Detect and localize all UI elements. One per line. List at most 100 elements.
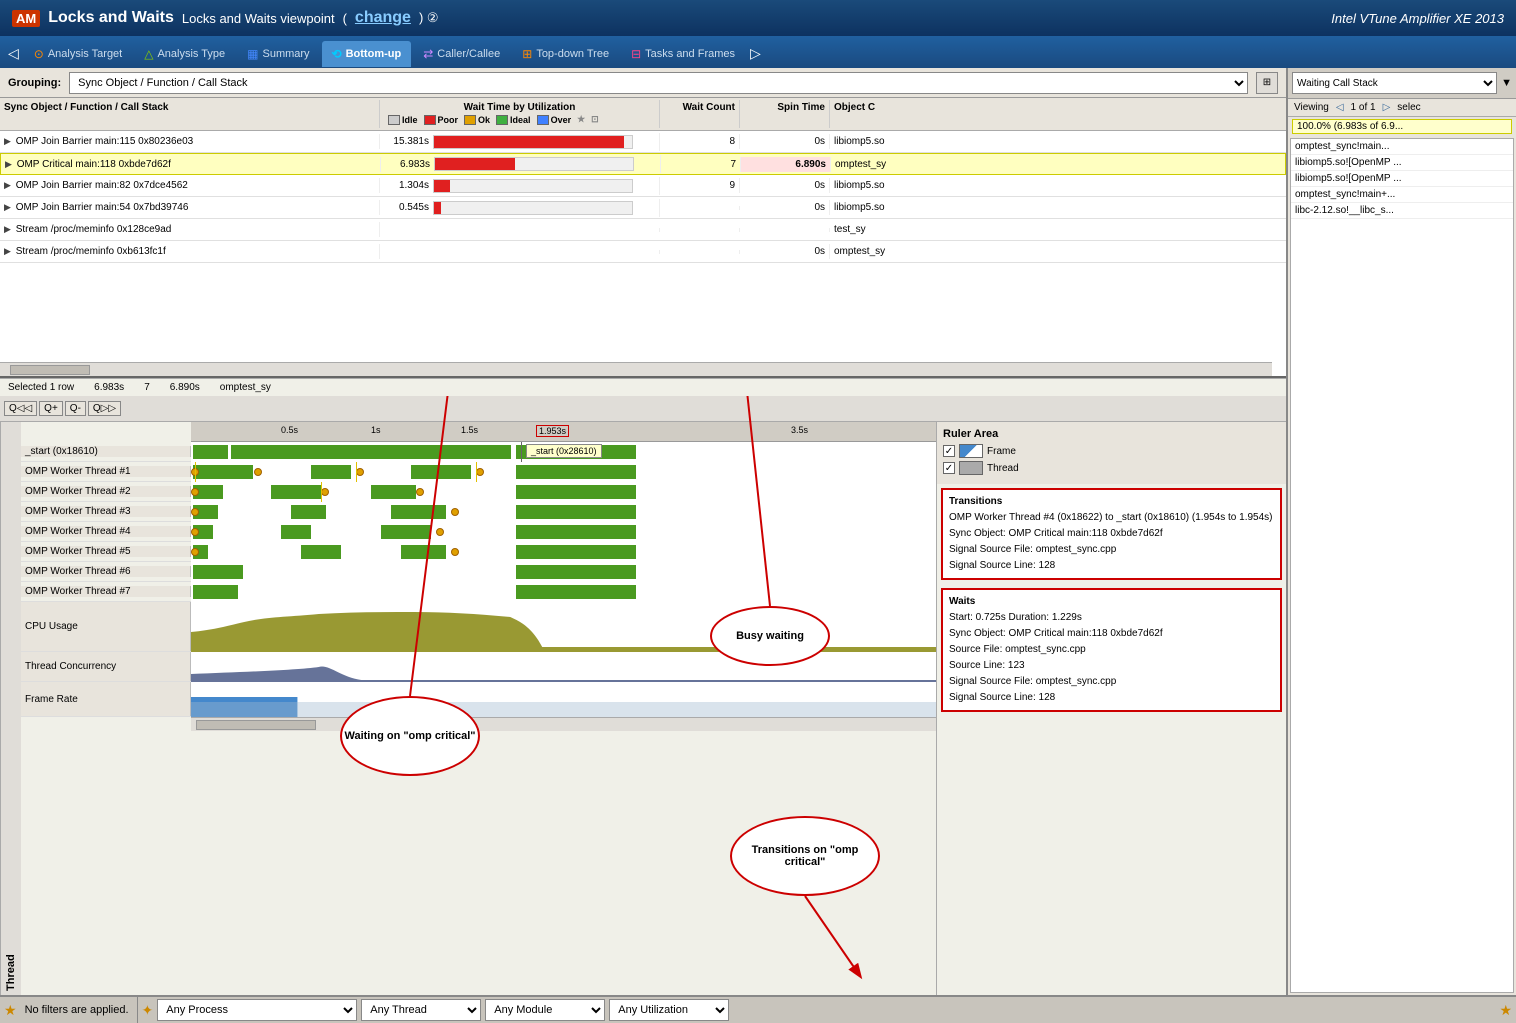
call-stack-item[interactable]: libc-2.12.so!__libc_s...	[1291, 203, 1513, 219]
tab-tasks-frames[interactable]: ⊟ Tasks and Frames	[621, 41, 745, 67]
expand-arrow-1[interactable]: ▶	[4, 136, 11, 146]
zoom-in-far-btn[interactable]: Q▷▷	[88, 401, 121, 416]
row3-bar-fill	[434, 180, 450, 192]
tab-next-btn[interactable]: ▷	[746, 45, 765, 62]
filter-star-icon[interactable]: ✦	[142, 1002, 154, 1019]
call-stack-list: omptest_sync!main... libiomp5.so![OpenMP…	[1290, 138, 1514, 993]
thread-timeline-6[interactable]	[191, 562, 936, 582]
zoom-out-btn[interactable]: Q-	[65, 401, 86, 416]
tab-analysis-type[interactable]: △ Analysis Type	[134, 41, 235, 67]
row1-wait-time: 15.381s	[384, 136, 429, 147]
viewing-prev-btn[interactable]: ◁	[1333, 102, 1347, 113]
grouping-options-btn[interactable]: ⊞	[1256, 72, 1278, 94]
call-stack-item[interactable]: omptest_sync!main+...	[1291, 187, 1513, 203]
thread-timeline-start[interactable]: _start (0x28610)	[191, 442, 936, 462]
thread-bar	[371, 485, 416, 499]
thread-timeline-2[interactable]	[191, 482, 936, 502]
topdown-icon: ⊞	[522, 47, 532, 61]
waits-line3: Source File: omptest_sync.cpp	[949, 642, 1274, 658]
zoom-out-far-btn[interactable]: Q◁◁	[4, 401, 37, 416]
row2-wait-bar	[434, 157, 634, 171]
time-mark-0.5: 0.5s	[281, 425, 298, 435]
thread-bar	[301, 545, 341, 559]
transitions-info-panel: Transitions OMP Worker Thread #4 (0x1862…	[941, 488, 1282, 580]
thread-dot	[451, 548, 459, 556]
any-utilization-select[interactable]: Any Utilization	[609, 999, 729, 1021]
cell-sync-2: ▶ OMP Critical main:118 0xbde7d62f	[1, 157, 381, 172]
cell-sync-3: ▶ OMP Join Barrier main:82 0x7dce4562	[0, 178, 380, 193]
legend-poor-box	[424, 115, 436, 125]
row2-bar-fill	[435, 158, 515, 170]
cell-obj-6: omptest_sy	[830, 244, 950, 259]
end-star-icon[interactable]: ★	[1499, 1002, 1512, 1019]
vertical-line	[195, 462, 196, 482]
call-stack-item[interactable]: libiomp5.so![OpenMP ...	[1291, 171, 1513, 187]
table-row[interactable]: ▶ Stream /proc/meminfo 0xb613fc1f 0s omp…	[0, 241, 1286, 263]
tab-bottom-up[interactable]: ⟲ Bottom-up	[322, 41, 412, 67]
right-panel-dropdown-btn[interactable]: ▼	[1501, 77, 1512, 89]
footer-spin: 6.890s	[170, 382, 200, 393]
thread-timeline-1[interactable]	[191, 462, 936, 482]
vertical-line	[356, 462, 357, 482]
star-icon[interactable]: ★	[4, 1002, 17, 1019]
timeline-scrollbar[interactable]	[191, 717, 936, 731]
cell-obj-5: test_sy	[830, 222, 950, 237]
horizontal-scrollbar[interactable]	[0, 362, 1272, 376]
thread-timeline-5[interactable]	[191, 542, 936, 562]
tab-prev-btn[interactable]: ◁	[4, 45, 23, 62]
scrollbar-thumb[interactable]	[10, 365, 90, 375]
tab-analysis-target-label: Analysis Target	[48, 48, 122, 60]
tab-analysis-target[interactable]: ⊙ Analysis Target	[24, 41, 132, 67]
grouping-select[interactable]: Sync Object / Function / Call Stack	[69, 72, 1248, 94]
call-stack-type-select[interactable]: Waiting Call Stack	[1292, 72, 1497, 94]
time-mark-1.5: 1.5s	[461, 425, 478, 435]
viewing-next-btn[interactable]: ▷	[1380, 102, 1394, 113]
call-stack-item[interactable]: omptest_sync!main...	[1291, 139, 1513, 155]
table-row[interactable]: ▶ OMP Join Barrier main:54 0x7bd39746 0.…	[0, 197, 1286, 219]
waits-line5: Signal Source File: omptest_sync.cpp	[949, 674, 1274, 690]
expand-icon[interactable]: ⊡	[591, 114, 599, 125]
expand-arrow-3[interactable]: ▶	[4, 180, 11, 190]
expand-arrow-6[interactable]: ▶	[4, 246, 11, 256]
timeline-scrollbar-thumb[interactable]	[196, 720, 316, 730]
waits-title: Waits	[949, 594, 1274, 610]
call-stack-item[interactable]: libiomp5.so![OpenMP ...	[1291, 155, 1513, 171]
viewing-highlight: 100.0% (6.983s of 6.9...	[1292, 119, 1512, 134]
frame-label: Frame	[987, 446, 1016, 457]
cell-count-2: 7	[661, 157, 741, 172]
expand-arrow-5[interactable]: ▶	[4, 224, 11, 234]
thread-bar	[231, 445, 511, 459]
change-viewpoint-link[interactable]: change	[355, 9, 411, 27]
pin-icon[interactable]: ★	[577, 114, 585, 125]
expand-arrow-4[interactable]: ▶	[4, 202, 11, 212]
frame-rate-row: Frame Rate	[21, 682, 936, 717]
any-process-select[interactable]: Any Process	[157, 999, 357, 1021]
zoom-in-btn[interactable]: Q+	[39, 401, 63, 416]
any-module-select[interactable]: Any Module	[485, 999, 605, 1021]
waits-line1: Start: 0.725s Duration: 1.229s	[949, 610, 1274, 626]
any-thread-select[interactable]: Any Thread	[361, 999, 481, 1021]
tab-summary[interactable]: ▦ Summary	[237, 41, 319, 67]
thread-concurrency-chart	[191, 652, 936, 682]
table-row[interactable]: ▶ OMP Join Barrier main:82 0x7dce4562 1.…	[0, 175, 1286, 197]
thread-timeline-7[interactable]	[191, 582, 936, 602]
thread-timeline-4[interactable]	[191, 522, 936, 542]
transitions-title: Transitions	[949, 494, 1274, 510]
timeline-tooltip: _start (0x28610)	[526, 444, 602, 458]
frame-checkbox[interactable]: ✓	[943, 445, 955, 457]
table-row[interactable]: ▶ OMP Critical main:118 0xbde7d62f 6.983…	[0, 153, 1286, 175]
table-body: ▶ OMP Join Barrier main:115 0x80236e03 1…	[0, 131, 1286, 263]
expand-arrow-2[interactable]: ▶	[5, 159, 12, 169]
tab-top-down[interactable]: ⊞ Top-down Tree	[512, 41, 619, 67]
table-row[interactable]: ▶ OMP Join Barrier main:115 0x80236e03 1…	[0, 131, 1286, 153]
thread-timeline-3[interactable]	[191, 502, 936, 522]
row5-name: Stream /proc/meminfo 0x128ce9ad	[16, 224, 172, 235]
tab-caller-callee[interactable]: ⇄ Caller/Callee	[413, 41, 510, 67]
thread-bar	[516, 545, 636, 559]
thread-checkbox[interactable]: ✓	[943, 462, 955, 474]
selected-footer: Selected 1 row 6.983s 7 6.890s omptest_s…	[0, 378, 1286, 396]
legend-ok-box	[464, 115, 476, 125]
timeline-content: Thread 0.5s 1s 1.5s 1.953s 3.5s	[0, 422, 1286, 995]
row6-name: Stream /proc/meminfo 0xb613fc1f	[16, 246, 166, 257]
table-row[interactable]: ▶ Stream /proc/meminfo 0x128ce9ad test_s…	[0, 219, 1286, 241]
